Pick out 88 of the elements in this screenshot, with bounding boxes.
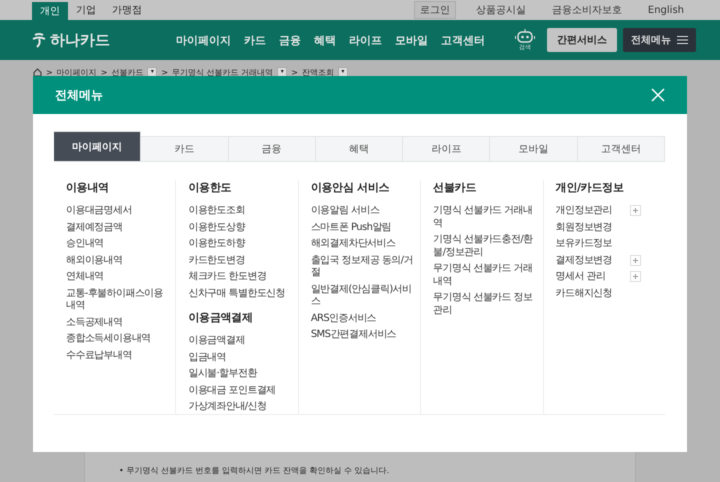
section-title: 이용금액결제 bbox=[188, 310, 254, 325]
menu-link[interactable]: 체크카드 한도변경 bbox=[188, 271, 266, 284]
section-title: 이용내역 bbox=[66, 180, 110, 195]
quick-service-button[interactable]: 간편서비스 bbox=[547, 28, 617, 52]
top-tab[interactable]: 기업 bbox=[68, 2, 104, 18]
menu-tab[interactable]: 모바일 bbox=[490, 136, 578, 162]
menu-link[interactable]: 이용대금 포인트결제 bbox=[188, 384, 276, 397]
breadcrumb-link[interactable]: 무기명식 선불카드 거래내역 bbox=[172, 66, 274, 78]
menu-link[interactable]: 일시불·할부전환 bbox=[188, 368, 257, 380]
expand-button[interactable] bbox=[630, 205, 642, 216]
menu-tab[interactable]: 고객센터 bbox=[578, 136, 665, 162]
menu-link[interactable]: ARS인증서비스 bbox=[310, 312, 376, 325]
menu-link[interactable]: 입금내역 bbox=[188, 352, 226, 364]
menu-link[interactable]: 일반결제(안심클릭)서비스 bbox=[310, 284, 414, 308]
menu-link[interactable]: 이용한도조회 bbox=[188, 205, 245, 218]
menu-link[interactable]: 수수료납부내역 bbox=[66, 350, 132, 362]
menu-link[interactable]: 연체내역 bbox=[66, 271, 104, 284]
expand-button[interactable] bbox=[630, 271, 642, 282]
top-link[interactable]: 상품공시실 bbox=[470, 1, 532, 19]
nav-item[interactable]: 혜택 bbox=[314, 32, 336, 48]
section-title: 이용한도 bbox=[188, 180, 232, 195]
menu-link[interactable]: 결제예정금액 bbox=[66, 222, 122, 234]
separator: > bbox=[100, 68, 108, 76]
expand-button[interactable] bbox=[630, 254, 642, 266]
dialog-title: 전체메뉴 bbox=[55, 86, 103, 104]
menu-link[interactable]: 소득공제내역 bbox=[66, 316, 122, 329]
separator: > bbox=[161, 68, 168, 76]
section-title: 선불카드 bbox=[433, 180, 478, 195]
robot-icon[interactable] bbox=[515, 28, 535, 42]
breadcrumb-link[interactable]: 잔액조회 bbox=[302, 66, 334, 78]
plus-icon bbox=[633, 208, 638, 213]
menu-link[interactable]: 이용한도상향 bbox=[188, 222, 245, 234]
menu-link[interactable]: 무기명식 선불카드 거래내역 bbox=[433, 263, 537, 288]
menu-link[interactable]: 기명식 선불카드 거래내역 bbox=[433, 205, 537, 230]
nav-item[interactable]: 카드 bbox=[244, 32, 266, 48]
all-menu-button[interactable]: 전체메뉴 bbox=[623, 28, 696, 52]
nav-item[interactable]: 모바일 bbox=[395, 32, 428, 48]
logo-text[interactable]: 하나카드 bbox=[50, 30, 110, 50]
menu-link[interactable]: 카드해지신청 bbox=[556, 288, 612, 300]
nav-item[interactable]: 라이프 bbox=[349, 32, 382, 48]
menu-tab[interactable]: 마이페이지 bbox=[54, 131, 142, 162]
menu-icon bbox=[677, 36, 688, 44]
menu-link[interactable]: 개인정보관리 bbox=[556, 205, 612, 218]
home-icon[interactable] bbox=[33, 68, 42, 76]
notice-text: • 무기명식 선불카드 번호를 입력하시면 카드 잔액을 확인하실 수 있습니다. bbox=[119, 465, 390, 476]
logo-icon bbox=[32, 32, 46, 48]
menu-link[interactable]: 이용한도하향 bbox=[188, 238, 245, 250]
separator: > bbox=[46, 68, 53, 76]
menu-link[interactable]: 무기명식 선불카드 정보관리 bbox=[433, 292, 537, 317]
menu-link[interactable]: 회원정보변경 bbox=[556, 222, 612, 234]
section-title: 개인/카드정보 bbox=[556, 180, 625, 195]
top-link[interactable]: 금융소비자보호 bbox=[546, 1, 628, 19]
menu-link[interactable]: 신차구매 특별한도신청 bbox=[188, 288, 285, 300]
menu-link[interactable]: 이용금액결제 bbox=[188, 335, 245, 348]
menu-link[interactable]: 결제정보변경 bbox=[556, 254, 612, 267]
menu-tab[interactable]: 금융 bbox=[228, 136, 316, 162]
menu-link[interactable]: 이용대금명세서 bbox=[66, 205, 132, 218]
menu-link[interactable]: 보유카드정보 bbox=[556, 238, 612, 250]
separator: > bbox=[291, 68, 298, 76]
menu-link[interactable]: 명세서 관리 bbox=[556, 271, 606, 284]
plus-icon bbox=[633, 258, 638, 262]
nav-item[interactable]: 마이페이지 bbox=[176, 32, 231, 48]
top-link[interactable]: 로그인 bbox=[414, 1, 456, 19]
close-button[interactable] bbox=[651, 88, 665, 102]
menu-tab[interactable]: 라이프 bbox=[403, 136, 490, 162]
menu-tab[interactable]: 카드 bbox=[141, 136, 229, 162]
breadcrumb-link[interactable]: 선불카드 bbox=[111, 66, 144, 78]
nav-item[interactable]: 금융 bbox=[279, 32, 301, 48]
nav-item[interactable]: 고객센터 bbox=[441, 32, 485, 48]
menu-link[interactable]: 카드한도변경 bbox=[188, 254, 245, 267]
plus-icon bbox=[633, 274, 638, 279]
menu-link[interactable]: 스마트폰 Push알림 bbox=[310, 222, 392, 234]
menu-link[interactable]: 승인내역 bbox=[66, 238, 104, 250]
top-link[interactable]: English bbox=[642, 2, 690, 18]
top-tab[interactable]: 개인 bbox=[32, 2, 68, 20]
section-title: 이용안심 서비스 bbox=[310, 180, 390, 195]
menu-link[interactable]: 기명식 선불카드충전/환불/정보관리 bbox=[433, 234, 537, 259]
menu-link[interactable]: 종합소득세이용내역 bbox=[66, 333, 151, 346]
menu-link[interactable]: SMS간편결제서비스 bbox=[310, 329, 396, 342]
top-tab[interactable]: 가맹점 bbox=[104, 2, 150, 18]
menu-link[interactable]: 출입국 정보제공 동의/거절 bbox=[310, 254, 414, 280]
menu-link[interactable]: 교통-후불하이패스이용내역 bbox=[66, 288, 170, 312]
menu-link[interactable]: 이용알림 서비스 bbox=[310, 205, 380, 218]
breadcrumb-link[interactable]: 마이페이지 bbox=[56, 66, 97, 78]
menu-link[interactable]: 해외결제차단서비스 bbox=[310, 238, 396, 250]
menu-link[interactable]: 해외이용내역 bbox=[66, 254, 122, 267]
menu-tab[interactable]: 혜택 bbox=[316, 136, 404, 162]
menu-link[interactable]: 가상계좌안내/신청 bbox=[188, 401, 266, 414]
